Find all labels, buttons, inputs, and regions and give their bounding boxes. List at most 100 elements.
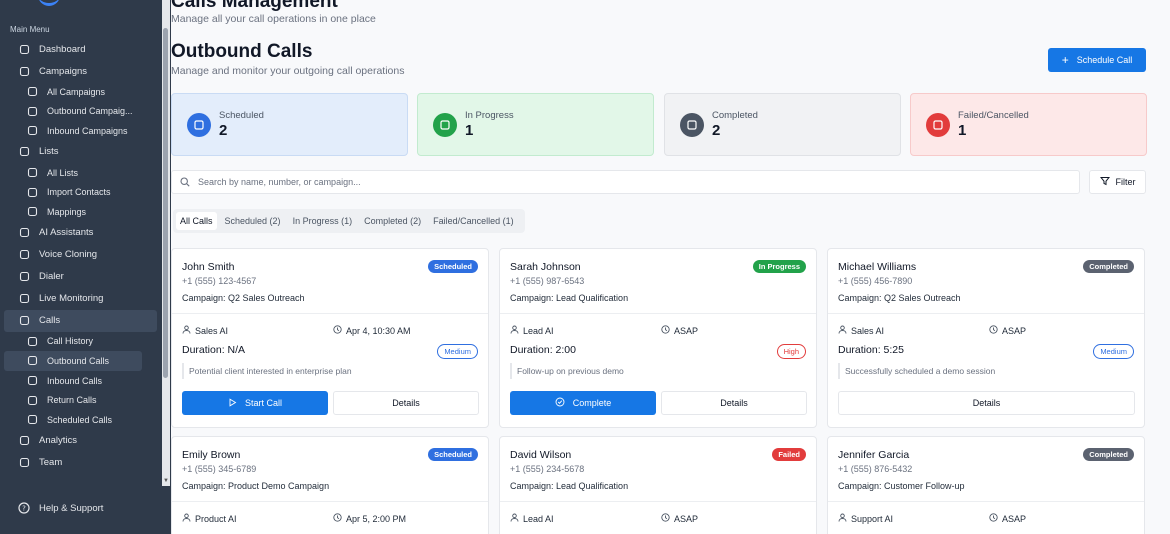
scrollbar-thumb[interactable] (163, 28, 168, 378)
contact-phone: +1 (555) 123-4567 (182, 276, 257, 286)
call-duration: Duration: 2:00 (510, 344, 576, 356)
card-divider (500, 313, 816, 314)
card-divider (828, 313, 1144, 314)
user-icon (838, 325, 847, 336)
priority-badge: Medium (437, 344, 478, 359)
phone-outgoing-icon (26, 355, 38, 367)
campaign-name: Campaign: Lead Qualification (510, 293, 629, 303)
status-badge: Completed (1083, 448, 1134, 461)
section-title: Calls Management (171, 0, 338, 12)
sidebar-item-outbound-calls[interactable]: Outbound Calls (4, 351, 142, 371)
phone-call-icon (18, 315, 30, 327)
sidebar: Main Menu Dashboard Campaigns All Campaign… (0, 0, 171, 534)
sidebar-item-live-monitoring[interactable]: Live Monitoring (4, 288, 157, 310)
details-button[interactable]: Details (661, 391, 807, 415)
sidebar-item-lists[interactable]: Lists (4, 141, 157, 163)
phone-icon (18, 271, 30, 283)
sidebar-item-call-history[interactable]: Call History (4, 332, 157, 352)
campaign-name: Campaign: Product Demo Campaign (182, 481, 330, 491)
sidebar-scrollbar[interactable]: ▼ (162, 0, 170, 486)
search-input[interactable]: Search by name, number, or campaign... (198, 177, 361, 187)
phone-incoming-icon (26, 125, 38, 137)
priority-badge: High (776, 344, 806, 359)
campaign-name: Campaign: Q2 Sales Outreach (182, 293, 305, 303)
user-icon (510, 325, 519, 336)
call-note: Follow-up on previous demo (510, 363, 806, 379)
sidebar-item-ai-assistants[interactable]: AI Assistants (4, 222, 157, 244)
scroll-down-arrow[interactable]: ▼ (163, 478, 169, 484)
plus-icon: + (1061, 53, 1069, 67)
agent-name: Sales AI (851, 325, 885, 336)
sidebar-item-inbound-calls[interactable]: Inbound Calls (4, 371, 157, 391)
sidebar-item-dialer[interactable]: Dialer (4, 266, 157, 288)
sidebar-item-label: Live Monitoring (39, 293, 104, 305)
complete-button[interactable]: Complete (510, 391, 656, 415)
search-bar[interactable]: Search by name, number, or campaign... (171, 170, 1080, 194)
time-label: ASAP (674, 513, 699, 524)
filter-label: Filter (1115, 177, 1136, 187)
menu-heading: Main Menu (10, 25, 50, 34)
sidebar-item-import-contacts[interactable]: Import Contacts (4, 182, 157, 202)
sidebar-item-all-campaigns[interactable]: All Campaigns (4, 82, 157, 102)
tab-failed-cancelled-1[interactable]: Failed/Cancelled (1) (429, 212, 518, 230)
sidebar-item-label: All Campaigns (47, 86, 106, 97)
campaigns-icon (18, 65, 30, 77)
sidebar-item-outbound-campaig[interactable]: Outbound Campaig... (4, 102, 157, 122)
home-icon (18, 43, 30, 55)
tab-scheduled-2[interactable]: Scheduled (2) (221, 212, 285, 230)
tab-all-calls[interactable]: All Calls (176, 212, 217, 230)
user-icon (182, 325, 191, 336)
section-subtitle: Manage all your call operations in one p… (171, 13, 376, 25)
start-call-button[interactable]: Start Call (182, 391, 328, 415)
stat-label: Failed/Cancelled (958, 110, 1029, 121)
time-label: ASAP (1002, 325, 1027, 336)
contact-phone: +1 (555) 876-5432 (838, 464, 913, 474)
stat-label: Scheduled (219, 110, 264, 121)
status-badge: Completed (1083, 260, 1134, 273)
sidebar-item-label: Return Calls (47, 395, 97, 406)
contact-name: Sarah Johnson (510, 261, 581, 273)
main-content: Calls Management Manage all your call op… (171, 0, 1170, 534)
sidebar-item-label: Outbound Calls (47, 355, 110, 366)
sidebar-item-label: All Lists (47, 167, 79, 178)
sidebar-item-mappings[interactable]: Mappings (4, 202, 157, 222)
sidebar-item-calls[interactable]: Calls (4, 309, 157, 332)
sidebar-item-label: Inbound Calls (47, 375, 103, 386)
import-icon (26, 186, 38, 198)
sidebar-item-all-lists[interactable]: All Lists (4, 163, 157, 183)
sidebar-item-campaigns[interactable]: Campaigns (4, 60, 157, 82)
sidebar-item-dashboard[interactable]: Dashboard (4, 38, 157, 60)
user-icon (838, 513, 847, 524)
sidebar-item-scheduled-calls[interactable]: Scheduled Calls (4, 410, 157, 430)
agent-name: Lead AI (523, 325, 554, 336)
schedule-call-button[interactable]: + Schedule Call (1048, 48, 1146, 72)
contact-phone: +1 (555) 234-5678 (510, 464, 585, 474)
details-button[interactable]: Details (838, 391, 1135, 415)
svg-text:?: ? (22, 505, 26, 513)
tab-in-progress-1[interactable]: In Progress (1) (289, 212, 357, 230)
history-icon (26, 335, 38, 347)
stat-value: 1 (958, 122, 967, 139)
help-icon: ? (18, 502, 30, 514)
campaign-name: Campaign: Customer Follow-up (838, 481, 965, 491)
campaign-name: Campaign: Lead Qualification (510, 481, 629, 491)
time-label: ASAP (1002, 513, 1027, 524)
call-card: John Smith +1 (555) 123-4567 Campaign: Q2 … (171, 248, 489, 428)
sidebar-item-voice-cloning[interactable]: Voice Cloning (4, 244, 157, 266)
contact-name: Jennifer Garcia (838, 449, 910, 461)
check-circle-icon (555, 397, 565, 409)
agent-info: Support AI (838, 513, 893, 524)
agent-info: Lead AI (510, 513, 554, 524)
sidebar-item-team[interactable]: Team (4, 452, 157, 474)
filter-button[interactable]: Filter (1089, 170, 1146, 194)
sidebar-item-inbound-campaigns[interactable]: Inbound Campaigns (4, 121, 157, 141)
sidebar-item-return-calls[interactable]: Return Calls (4, 390, 157, 410)
tab-completed-2[interactable]: Completed (2) (360, 212, 425, 230)
contact-name: Michael Williams (838, 261, 917, 273)
stat-value: 2 (219, 122, 228, 139)
clipboard-icon (18, 146, 30, 158)
help-support-link[interactable]: ? Help & Support (18, 502, 103, 514)
details-button[interactable]: Details (333, 391, 479, 415)
sidebar-item-analytics[interactable]: Analytics (4, 430, 157, 452)
stat-card-completed: Completed 2 (664, 93, 901, 156)
